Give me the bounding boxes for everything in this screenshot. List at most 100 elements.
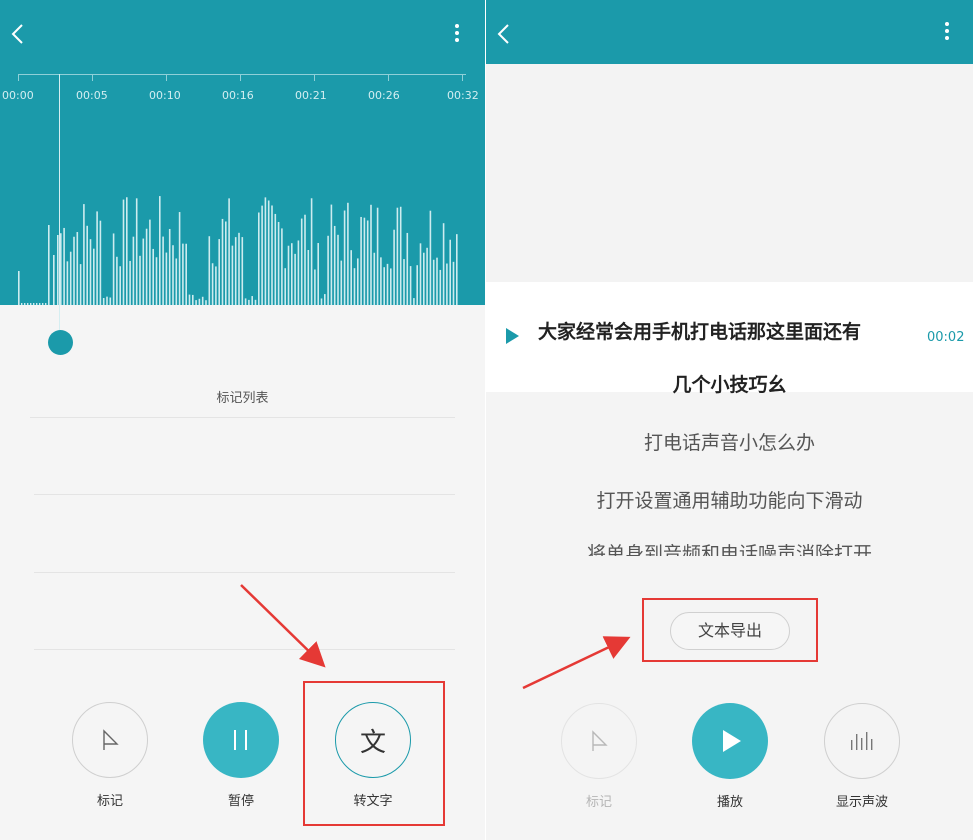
waveform-bar [238, 232, 240, 305]
waveform-bar [449, 239, 451, 305]
waveform-bar [76, 232, 79, 305]
waveform-bar [69, 251, 72, 305]
waveform-bar [343, 210, 346, 305]
waveform-bar [201, 296, 204, 305]
waveform-bar [145, 228, 148, 305]
timeline-tick [388, 74, 389, 81]
transcript-line[interactable]: 将单身到音频和电话噪声消除打开 [486, 539, 973, 556]
play-sentence-icon[interactable] [506, 328, 519, 344]
transcript-line[interactable]: 打开设置通用辅助功能向下滑动 [486, 486, 973, 513]
pause-label: 暂停 [227, 794, 254, 809]
waveform-bar [432, 259, 435, 305]
waveform-bar [333, 225, 336, 305]
play-label: 播放 [716, 795, 743, 810]
mark-button[interactable] [72, 702, 148, 778]
waveform-bar [251, 296, 253, 305]
waveform-control[interactable]: 显示声波 [822, 703, 902, 810]
waveform-bar [159, 196, 161, 305]
waveform-bar [66, 261, 69, 305]
recording-screen: 00:00 00:05 00:10 00:16 00:21 00:26 00:3… [0, 0, 485, 840]
timeline-tick [314, 74, 315, 81]
waveform-bar [314, 269, 316, 305]
waveform-bar [284, 268, 286, 305]
timeline-tick [166, 74, 167, 81]
pause-button[interactable] [203, 702, 279, 778]
mark-control[interactable]: 标记 [70, 702, 150, 809]
show-waveform-button[interactable] [824, 703, 900, 779]
waveform-bar [208, 236, 211, 305]
playhead-line [59, 74, 60, 339]
play-control[interactable]: 播放 [690, 703, 770, 810]
waveform-bar [347, 202, 349, 305]
divider [30, 417, 455, 418]
waveform-bar [79, 264, 82, 305]
waveform-bar [416, 265, 418, 305]
play-button[interactable] [692, 703, 768, 779]
waveform-bar [126, 197, 128, 305]
more-icon[interactable] [452, 24, 462, 48]
waveform-bar [178, 212, 181, 305]
waveform-bar [307, 249, 310, 305]
waveform-bar [60, 233, 62, 305]
waveform-bar [360, 216, 362, 305]
waveform-bar [225, 221, 227, 305]
waveform-bar [83, 204, 85, 305]
pause-control[interactable]: 暂停 [201, 702, 281, 809]
waveform-bar [231, 245, 234, 305]
waveform-bar [383, 267, 385, 305]
waveform-bar [215, 266, 217, 305]
waveform-bar [386, 263, 389, 305]
waveform-bar [27, 303, 29, 305]
playhead-handle[interactable] [48, 330, 73, 355]
waveform-bar [185, 243, 187, 305]
waveform-bar [320, 298, 323, 305]
timeline-tick [462, 74, 463, 81]
divider [34, 649, 455, 650]
waveform-bar [267, 200, 270, 305]
waveform-bar [373, 252, 376, 305]
mark-button[interactable] [561, 703, 637, 779]
waveform-bar [300, 218, 303, 305]
waveform-bar [33, 303, 35, 305]
waveform-bar [456, 234, 458, 305]
waveform-bar [122, 199, 125, 305]
waveform-bar [327, 235, 329, 305]
waveform-bar [271, 205, 273, 305]
waveform-bar [274, 213, 277, 305]
waveform-bar [363, 217, 366, 305]
waveform-bar [248, 299, 250, 305]
waveform-bar [337, 234, 339, 305]
marks-list-title: 标记列表 [216, 391, 269, 406]
waveform-bar [73, 236, 75, 305]
waveform-bar [30, 303, 32, 305]
waveform-bar [357, 258, 359, 305]
waveform-bar [53, 255, 55, 305]
waveform-bar [423, 252, 425, 305]
waveform-bar [429, 210, 432, 305]
waveform-bar [340, 260, 343, 305]
waveform-panel: 00:00 00:05 00:10 00:16 00:21 00:26 00:3… [0, 0, 485, 305]
mark-control[interactable]: 标记 [559, 703, 639, 810]
waveform-bar [403, 259, 405, 305]
waveform-bar [24, 303, 26, 305]
waveform-bar [419, 243, 422, 305]
mark-label: 标记 [96, 794, 123, 809]
flag-icon [592, 730, 608, 751]
current-sentence[interactable]: 大家经常会用手机打电话那这里面还有 00:02 几个小技巧幺 [486, 282, 973, 396]
waveform-bar [261, 205, 263, 305]
pause-icon [234, 730, 247, 750]
waveform-bar [409, 266, 412, 305]
back-icon[interactable] [8, 22, 28, 46]
waveform-bar [350, 250, 352, 305]
back-icon[interactable] [494, 22, 514, 46]
waveform-bar [297, 240, 300, 305]
transcript-line[interactable]: 打电话声音小怎么办 [486, 428, 973, 455]
waveform-bar [376, 207, 379, 305]
waveform-bar [241, 237, 244, 305]
waveform-bar [99, 220, 102, 305]
transcript-line-clipped: 将单身到音频和电话噪声消除打开 [486, 536, 973, 556]
waveform-bar [446, 263, 448, 305]
waveform-bar [291, 243, 293, 305]
waveform-bar [172, 245, 174, 305]
more-icon[interactable] [942, 22, 952, 46]
